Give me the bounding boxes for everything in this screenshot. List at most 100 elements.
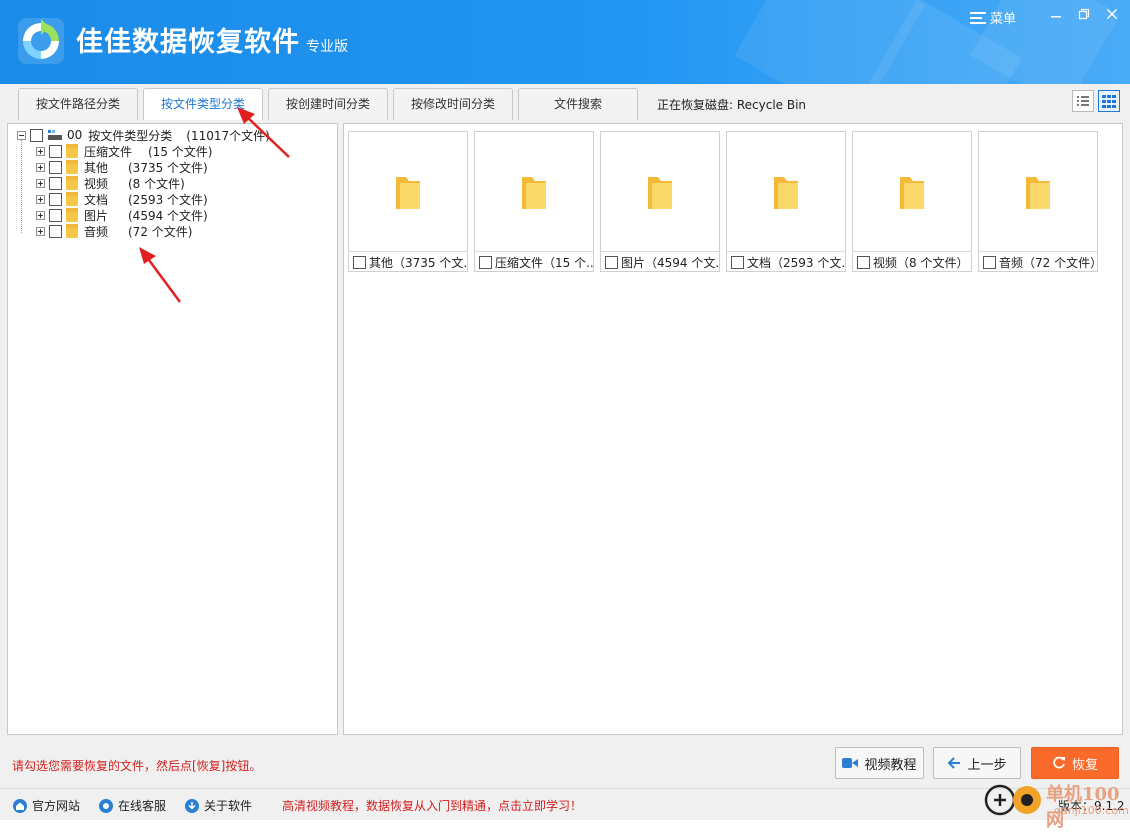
annotation-arrow-icon xyxy=(139,247,182,303)
arrow-left-icon xyxy=(948,757,961,769)
file-grid: 其他（3735 个文... 压缩文件（15 个... 图片（4594 个文...… xyxy=(343,123,1123,735)
card-thumbnail xyxy=(349,132,467,250)
tree-item-video[interactable]: 视频 (8 个文件) xyxy=(36,175,185,191)
video-tutorial-button[interactable]: 视频教程 xyxy=(835,747,924,779)
recover-button[interactable]: 恢复 xyxy=(1031,747,1119,779)
instruction-hint: 请勾选您需要恢复的文件，然后点[恢复]按钮。 xyxy=(12,759,262,773)
restore-icon xyxy=(1078,8,1090,20)
card-checkbox[interactable] xyxy=(479,255,492,269)
category-card-images[interactable]: 图片（4594 个文... xyxy=(600,131,720,272)
item-checkbox[interactable] xyxy=(49,144,62,158)
tree-root[interactable]: 00 按文件类型分类 (11017个文件) xyxy=(17,127,270,143)
folder-icon xyxy=(648,177,672,209)
minimize-button[interactable] xyxy=(1046,6,1066,26)
category-card-audio[interactable]: 音频（72 个文件） xyxy=(978,131,1098,272)
item-checkbox[interactable] xyxy=(49,160,62,174)
watermark-subtext: danji100.com xyxy=(1054,804,1129,817)
item-checkbox[interactable] xyxy=(49,176,62,190)
card-checkbox[interactable] xyxy=(857,255,870,269)
expand-toggle[interactable] xyxy=(36,226,45,236)
card-thumbnail xyxy=(979,132,1097,250)
item-count: (8 个文件) xyxy=(128,176,185,191)
main-area: 00 按文件类型分类 (11017个文件) 压缩文件 (15 个文件) 其他 (… xyxy=(0,120,1130,738)
tree-item-archives[interactable]: 压缩文件 (15 个文件) xyxy=(36,143,212,159)
card-checkbox[interactable] xyxy=(731,255,744,269)
expand-toggle[interactable] xyxy=(36,210,45,220)
recover-label: 恢复 xyxy=(1071,757,1098,773)
download-icon xyxy=(185,798,199,813)
action-bar: 请勾选您需要恢复的文件，然后点[恢复]按钮。 视频教程 上一步 恢复 xyxy=(0,738,1130,788)
refresh-icon xyxy=(1053,756,1065,769)
card-label-text: 压缩文件（15 个... xyxy=(495,255,593,270)
folder-icon xyxy=(66,192,78,206)
item-label: 视频 xyxy=(84,176,109,191)
card-thumbnail xyxy=(601,132,719,250)
tree-item-other[interactable]: 其他 (3735 个文件) xyxy=(36,159,208,175)
expand-toggle[interactable] xyxy=(36,178,45,188)
menu-button[interactable]: 菜单 xyxy=(970,8,1016,27)
category-card-video[interactable]: 视频（8 个文件） xyxy=(852,131,972,272)
item-count: (2593 个文件) xyxy=(128,192,208,207)
root-checkbox[interactable] xyxy=(30,128,43,142)
tab-file-search[interactable]: 文件搜索 xyxy=(518,88,638,120)
card-thumbnail xyxy=(475,132,593,250)
tab-bar: 按文件路径分类 按文件类型分类 按创建时间分类 按修改时间分类 文件搜索 正在恢… xyxy=(0,84,1130,121)
collapse-toggle[interactable] xyxy=(17,130,26,140)
app-title: 佳佳数据恢复软件 xyxy=(76,27,300,58)
folder-icon xyxy=(66,208,78,222)
card-label: 文档（2593 个文... xyxy=(727,251,845,272)
about-link[interactable]: 关于软件 xyxy=(184,797,252,814)
expand-toggle[interactable] xyxy=(36,194,45,204)
item-checkbox[interactable] xyxy=(49,192,62,206)
previous-step-label: 上一步 xyxy=(967,757,1007,773)
close-button[interactable] xyxy=(1102,6,1122,26)
item-checkbox[interactable] xyxy=(49,208,62,222)
item-label: 文档 xyxy=(84,192,109,207)
root-label: 按文件类型分类 xyxy=(88,128,173,143)
restore-button[interactable] xyxy=(1074,6,1094,26)
folder-icon xyxy=(1026,177,1050,209)
category-card-archives[interactable]: 压缩文件（15 个... xyxy=(474,131,594,272)
close-icon xyxy=(1107,9,1117,19)
card-checkbox[interactable] xyxy=(983,255,996,269)
tree-item-images[interactable]: 图片 (4594 个文件) xyxy=(36,207,208,223)
minimize-icon xyxy=(1051,16,1061,18)
grid-view-button[interactable] xyxy=(1098,90,1120,112)
tab-by-modified-time[interactable]: 按修改时间分类 xyxy=(393,88,513,120)
headset-icon xyxy=(99,798,113,813)
app-logo-icon xyxy=(18,18,64,64)
grid-view-icon xyxy=(1102,95,1116,108)
official-site-link[interactable]: 官方网站 xyxy=(12,797,80,814)
list-view-icon xyxy=(1077,96,1089,106)
promo-link[interactable]: 高清视频教程，数据恢复从入门到精通，点击立即学习！ xyxy=(282,797,582,814)
recovering-disk-label: 正在恢复磁盘: Recycle Bin xyxy=(657,98,807,112)
expand-toggle[interactable] xyxy=(36,146,45,156)
card-thumbnail xyxy=(853,132,971,250)
folder-icon xyxy=(900,177,924,209)
official-site-label: 官方网站 xyxy=(32,799,81,813)
card-label: 视频（8 个文件） xyxy=(853,251,971,272)
watermark-logo-icon xyxy=(984,784,1041,816)
tree-guide-line xyxy=(21,140,22,233)
item-label: 音频 xyxy=(84,224,109,239)
app-edition: 专业版 xyxy=(306,39,348,55)
card-label: 图片（4594 个文... xyxy=(601,251,719,272)
item-checkbox[interactable] xyxy=(49,224,62,238)
title-bar: 佳佳数据恢复软件 专业版 菜单 xyxy=(0,0,1130,84)
category-card-documents[interactable]: 文档（2593 个文... xyxy=(726,131,846,272)
online-service-link[interactable]: 在线客服 xyxy=(98,797,166,814)
item-label: 图片 xyxy=(84,208,109,223)
tab-by-path[interactable]: 按文件路径分类 xyxy=(18,88,138,120)
category-card-other[interactable]: 其他（3735 个文... xyxy=(348,131,468,272)
list-view-button[interactable] xyxy=(1072,90,1094,112)
about-label: 关于软件 xyxy=(204,799,253,813)
tree-item-audio[interactable]: 音频 (72 个文件) xyxy=(36,223,192,239)
card-label-text: 视频（8 个文件） xyxy=(873,255,969,270)
card-checkbox[interactable] xyxy=(353,255,366,269)
menu-label: 菜单 xyxy=(990,12,1017,27)
previous-step-button[interactable]: 上一步 xyxy=(933,747,1021,779)
video-tutorial-label: 视频教程 xyxy=(864,757,917,773)
card-checkbox[interactable] xyxy=(605,255,618,269)
tree-item-documents[interactable]: 文档 (2593 个文件) xyxy=(36,191,208,207)
expand-toggle[interactable] xyxy=(36,162,45,172)
